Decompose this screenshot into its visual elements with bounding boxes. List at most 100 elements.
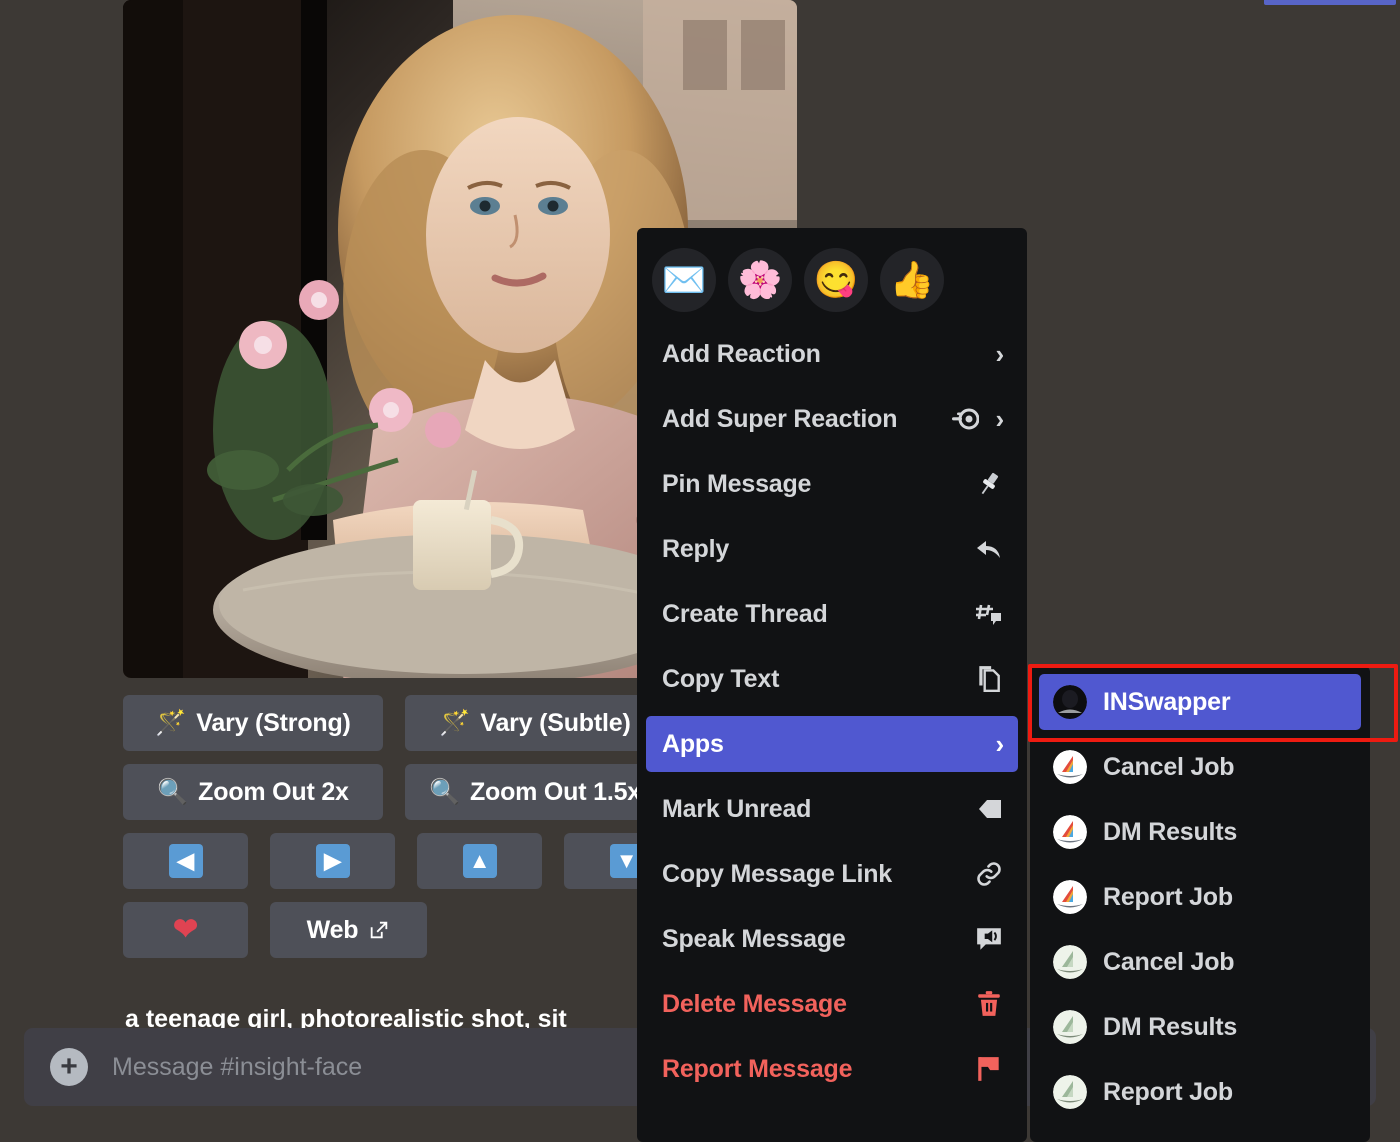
submenu-item-cancel-job-2[interactable]: Cancel Job [1039,934,1361,990]
menu-item-delete-message[interactable]: Delete Message [646,976,1018,1032]
rainbow-sailboat-avatar [1053,750,1087,784]
menu-item-reply[interactable]: Reply [646,521,1018,577]
vary-strong-button[interactable]: 🪄 Vary (Strong) [123,695,383,751]
vary-strong-label: Vary (Strong) [196,708,351,737]
thumbs-up-emoji: 👍 [889,259,935,300]
envelope-emoji-button[interactable]: ✉️ [652,248,716,312]
mark-unread-icon [974,794,1004,824]
submenu-item-inswapper[interactable]: INSwapper [1039,674,1361,730]
submenu-item-report-job-1[interactable]: Report Job [1039,869,1361,925]
trash-icon [974,989,1004,1019]
zoom-out-1-5x-button[interactable]: 🔍 Zoom Out 1.5x [405,764,665,820]
zoom-out-1-5x-label: Zoom Out 1.5x [469,777,641,806]
pan-up-button[interactable]: ▲ [417,833,542,889]
yum-face-emoji-button[interactable]: 😋 [804,248,868,312]
web-button[interactable]: Web [270,902,427,958]
dm-results-1-label: DM Results [1103,817,1238,846]
pin-message-right [974,469,1004,499]
menu-item-mark-unread[interactable]: Mark Unread [646,781,1018,837]
speak-message-label: Speak Message [662,924,846,953]
pin-icon [974,469,1004,499]
add-reaction-right: › [995,339,1005,369]
magnifier-icon: 🔍 [157,777,189,806]
menu-item-apps[interactable]: Apps › [646,716,1018,772]
copy-message-link-right [974,859,1004,889]
top-accent-strip [1264,0,1396,5]
cancel-job-1-label: Cancel Job [1103,752,1235,781]
apps-label: Apps [662,729,724,758]
apps-submenu: INSwapper Cancel Job DM Results Report J… [1030,666,1370,1142]
delete-message-label: Delete Message [662,989,847,1018]
super-reaction-icon [950,404,980,434]
speak-message-right [974,924,1004,954]
add-super-reaction-right: › [950,404,1004,434]
arrow-up-icon: ▲ [462,844,497,878]
create-thread-right [974,599,1004,629]
cherry-blossom-emoji-button[interactable]: 🌸 [728,248,792,312]
rainbow-sailboat-avatar [1053,815,1087,849]
menu-item-add-reaction[interactable]: Add Reaction › [646,326,1018,382]
zoom-out-2x-label: Zoom Out 2x [198,777,349,806]
vary-subtle-button[interactable]: 🪄 Vary (Subtle) [405,695,665,751]
delete-message-right [974,989,1004,1019]
zoom-out-2x-button[interactable]: 🔍 Zoom Out 2x [123,764,383,820]
arrow-left-icon: ◀ [168,844,203,878]
message-input[interactable]: Message #insight-face [112,1053,362,1082]
magic-wand-icon: 🪄 [155,708,187,737]
menu-item-create-thread[interactable]: Create Thread [646,586,1018,642]
submenu-item-report-job-2[interactable]: Report Job [1039,1064,1361,1120]
menu-item-add-super-reaction[interactable]: Add Super Reaction › [646,391,1018,447]
report-message-label: Report Message [662,1054,853,1083]
cherry-blossom-emoji: 🌸 [737,259,783,300]
yum-face-emoji: 😋 [813,259,859,300]
mark-unread-right [974,794,1004,824]
green-sailboat-avatar [1053,945,1087,979]
thumbs-up-emoji-button[interactable]: 👍 [880,248,944,312]
web-label: Web [306,915,359,944]
flag-icon [974,1054,1004,1084]
pin-message-label: Pin Message [662,469,812,498]
dm-results-2-label: DM Results [1103,1012,1238,1041]
inswapper-dark-avatar [1053,685,1087,719]
mark-unread-label: Mark Unread [662,794,812,823]
magnifier-icon: 🔍 [429,777,460,806]
thread-icon [974,599,1004,629]
external-link-icon [368,919,390,941]
copy-message-link-label: Copy Message Link [662,859,892,888]
reply-label: Reply [662,534,730,563]
menu-item-report-message[interactable]: Report Message [646,1041,1018,1097]
envelope-emoji: ✉️ [661,259,707,300]
menu-item-speak-message[interactable]: Speak Message [646,911,1018,967]
chevron-right-icon: › [995,339,1005,369]
heart-icon: ❤ [173,913,198,946]
green-sailboat-avatar [1053,1075,1087,1109]
inswapper-label: INSwapper [1103,687,1231,716]
magic-wand-icon: 🪄 [439,708,471,737]
message-context-menu: ✉️ 🌸 😋 👍 Add Reaction › Add Super Reacti… [637,228,1027,1142]
copy-text-right [974,664,1004,694]
add-super-reaction-label: Add Super Reaction [662,404,898,433]
chevron-right-icon: › [995,729,1005,759]
menu-item-pin-message[interactable]: Pin Message [646,456,1018,512]
submenu-item-dm-results-1[interactable]: DM Results [1039,804,1361,860]
add-reaction-label: Add Reaction [662,339,821,368]
arrow-right-icon: ▶ [315,844,350,878]
reply-right [974,534,1004,564]
submenu-item-dm-results-2[interactable]: DM Results [1039,999,1361,1055]
copy-icon [974,664,1004,694]
menu-item-copy-message-link[interactable]: Copy Message Link [646,846,1018,902]
menu-item-copy-text[interactable]: Copy Text [646,651,1018,707]
vary-subtle-label: Vary (Subtle) [480,708,631,737]
plus-icon[interactable]: + [50,1048,88,1086]
copy-text-label: Copy Text [662,664,780,693]
quick-reactions-row: ✉️ 🌸 😋 👍 [646,238,1018,326]
speaker-icon [974,924,1004,954]
green-sailboat-avatar [1053,1010,1087,1044]
rainbow-sailboat-avatar [1053,880,1087,914]
submenu-item-cancel-job-1[interactable]: Cancel Job [1039,739,1361,795]
favorite-button[interactable]: ❤ [123,902,248,958]
pan-left-button[interactable]: ◀ [123,833,248,889]
reply-arrow-icon [974,534,1004,564]
report-message-right [974,1054,1004,1084]
pan-right-button[interactable]: ▶ [270,833,395,889]
